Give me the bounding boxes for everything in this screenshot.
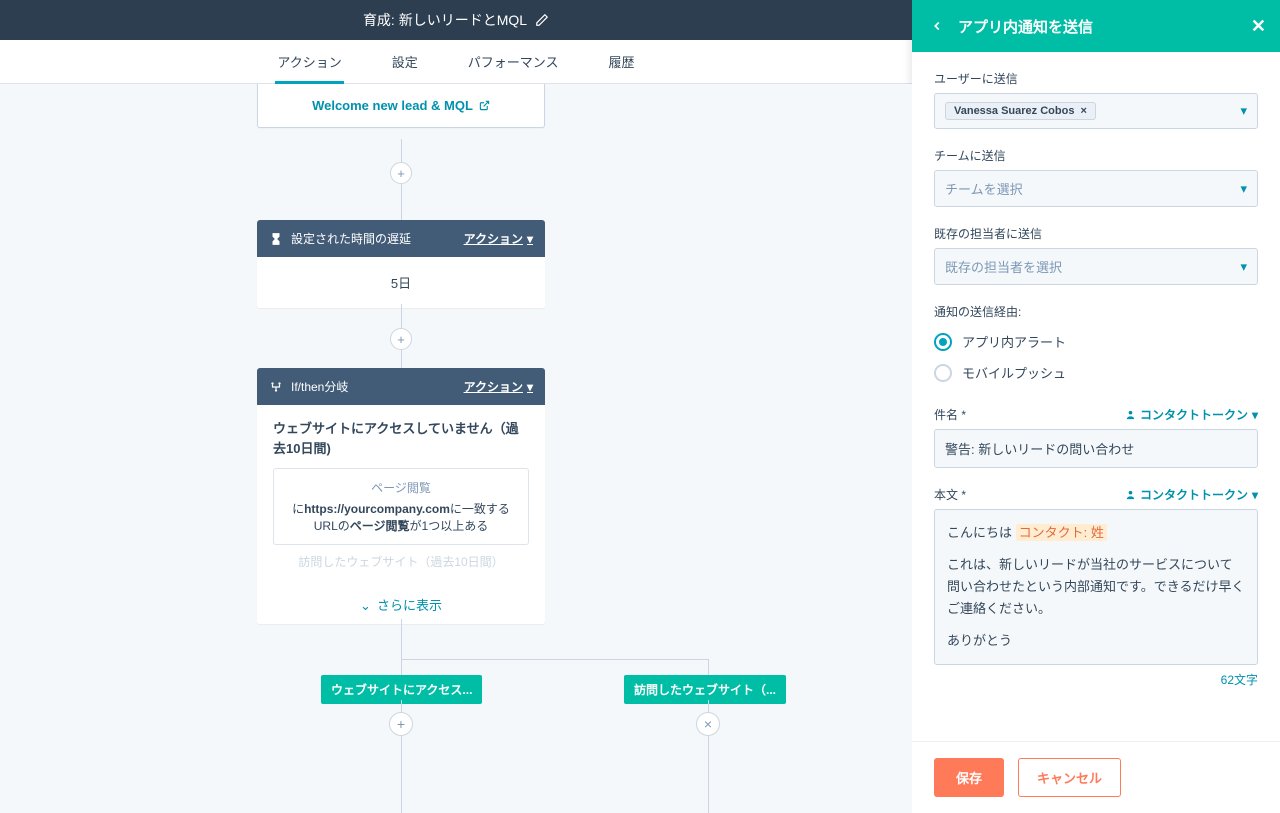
- caret-down-icon: ▾: [1252, 488, 1258, 502]
- subject-label: 件名 *: [934, 406, 966, 423]
- send-owner-select[interactable]: 既存の担当者を選択 ▾: [934, 248, 1258, 285]
- connector: [401, 139, 402, 162]
- caret-down-icon: ▾: [1252, 408, 1258, 422]
- caret-down-icon: ▾: [527, 232, 533, 246]
- caret-down-icon: ▾: [1240, 103, 1247, 119]
- contact-icon: [1125, 489, 1136, 500]
- send-team-label: チームに送信: [934, 147, 1258, 164]
- radio-icon: [934, 364, 952, 382]
- user-chip[interactable]: Vanessa Suarez Cobos ×: [945, 102, 1096, 120]
- connector: [708, 659, 709, 675]
- branch-pill-right[interactable]: 訪問したウェブサイト（...: [624, 675, 786, 704]
- close-icon[interactable]: ✕: [1251, 16, 1266, 37]
- send-owner-label: 既存の担当者に送信: [934, 225, 1258, 242]
- connector: [401, 659, 708, 660]
- tab-action[interactable]: アクション: [275, 40, 343, 83]
- tab-bar: アクション 設定 パフォーマンス 履歴: [0, 40, 912, 84]
- body-label: 本文 *: [934, 486, 966, 503]
- contact-token[interactable]: コンタクト: 姓: [1016, 524, 1107, 541]
- workflow-title: 育成: 新しいリードとMQL: [363, 10, 527, 30]
- branch-title: If/then分岐: [291, 378, 348, 395]
- delay-action-menu[interactable]: アクション ▾: [464, 230, 533, 247]
- back-icon[interactable]: [930, 19, 944, 33]
- branch-action-menu[interactable]: アクション ▾: [464, 378, 533, 395]
- panel-title: アプリ内通知を送信: [958, 16, 1093, 37]
- top-bar: 育成: 新しいリードとMQL: [0, 0, 912, 40]
- connector: [401, 350, 402, 368]
- side-panel: アプリ内通知を送信 ✕ ユーザーに送信 Vanessa Suarez Cobos…: [912, 0, 1280, 813]
- edit-icon[interactable]: [535, 13, 549, 27]
- caret-down-icon: ▾: [1240, 181, 1247, 197]
- node-delay[interactable]: 設定された時間の遅延 アクション ▾ 5日: [257, 220, 545, 308]
- branch-condition-title: ウェブサイトにアクセスしていません（過去10日間): [273, 419, 529, 458]
- panel-header: アプリ内通知を送信 ✕: [912, 0, 1280, 52]
- connector: [708, 736, 709, 813]
- chevron-down-icon: ⌄: [360, 598, 371, 614]
- caret-down-icon: ▾: [1240, 259, 1247, 275]
- branch-faded: 訪問したウェブサイト（過去10日間）: [273, 553, 529, 570]
- panel-footer: 保存 キャンセル: [912, 741, 1280, 813]
- delay-body: 5日: [257, 257, 545, 308]
- connector: [401, 304, 402, 328]
- caret-down-icon: ▾: [527, 380, 533, 394]
- body-editor[interactable]: こんにちは コンタクト: 姓 これは、新しいリードが当社のサービスについて問い合…: [934, 509, 1258, 665]
- tab-history[interactable]: 履歴: [607, 40, 637, 83]
- remove-chip-icon[interactable]: ×: [1080, 105, 1086, 117]
- connector: [401, 619, 402, 659]
- char-count: 62文字: [934, 671, 1258, 688]
- tab-performance[interactable]: パフォーマンス: [466, 40, 561, 83]
- welcome-link[interactable]: Welcome new lead & MQL: [312, 98, 490, 113]
- branch-icon: [269, 380, 283, 394]
- tab-settings[interactable]: 設定: [390, 40, 420, 83]
- delay-title: 設定された時間の遅延: [291, 230, 411, 247]
- radio-icon: [934, 333, 952, 351]
- radio-in-app[interactable]: アプリ内アラート: [934, 326, 1258, 357]
- node-welcome[interactable]: Welcome new lead & MQL: [257, 84, 545, 128]
- subject-input[interactable]: 警告: 新しいリードの問い合わせ: [934, 429, 1258, 468]
- contact-token-link[interactable]: コンタクトトークン ▾: [1125, 406, 1258, 423]
- send-user-select[interactable]: Vanessa Suarez Cobos × ▾: [934, 93, 1258, 129]
- connector: [401, 659, 402, 675]
- add-step-button[interactable]: +: [390, 162, 412, 184]
- send-user-label: ユーザーに送信: [934, 70, 1258, 87]
- via-label: 通知の送信経由:: [934, 303, 1258, 320]
- contact-icon: [1125, 409, 1136, 420]
- close-branch-button[interactable]: ×: [696, 712, 720, 736]
- node-branch[interactable]: If/then分岐 アクション ▾ ウェブサイトにアクセスしていません（過去10…: [257, 368, 545, 624]
- connector: [401, 184, 402, 220]
- branch-condition-box: ページ閲覧 にhttps://yourcompany.comに一致するURLのペ…: [273, 468, 529, 545]
- send-team-select[interactable]: チームを選択 ▾: [934, 170, 1258, 207]
- connector: [401, 736, 402, 813]
- contact-token-link[interactable]: コンタクトトークン ▾: [1125, 486, 1258, 503]
- add-step-button[interactable]: +: [390, 328, 412, 350]
- save-button[interactable]: 保存: [934, 758, 1004, 797]
- external-link-icon: [479, 100, 490, 111]
- radio-mobile-push[interactable]: モバイルプッシュ: [934, 357, 1258, 388]
- show-more-button[interactable]: ⌄さらに表示: [257, 584, 545, 624]
- workflow-canvas[interactable]: Welcome new lead & MQL + 設定された時間の遅延 アクショ…: [0, 84, 912, 813]
- add-step-button[interactable]: +: [389, 712, 413, 736]
- branch-condition-line: にhttps://yourcompany.comに一致するURLのページ閲覧が1…: [282, 500, 520, 534]
- hourglass-icon: [269, 232, 283, 246]
- cancel-button[interactable]: キャンセル: [1018, 758, 1121, 797]
